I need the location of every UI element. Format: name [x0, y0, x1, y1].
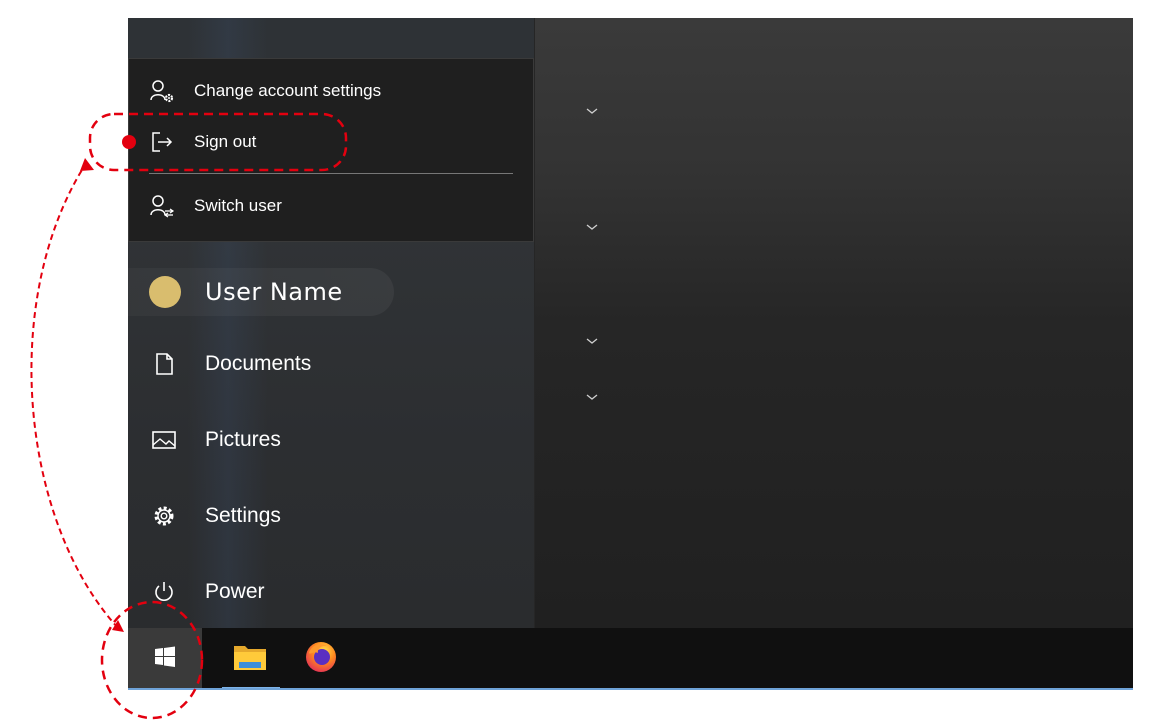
account-menu: Change account settings Sign out Switch … — [128, 58, 534, 242]
taskbar — [128, 628, 1133, 690]
chevron-down-icon[interactable] — [585, 222, 601, 234]
file-explorer-taskbar-button[interactable] — [213, 628, 287, 690]
nav-item-power[interactable]: Power — [128, 568, 534, 616]
document-icon — [150, 350, 178, 378]
pictures-label: Pictures — [205, 428, 281, 451]
file-explorer-icon — [231, 640, 269, 679]
nav-item-pictures[interactable]: Pictures — [128, 416, 534, 464]
start-menu-tiles-pane — [535, 18, 1133, 628]
windows-start-icon — [154, 646, 176, 673]
switch-user-label: Switch user — [194, 196, 282, 215]
switch-user-icon — [149, 193, 175, 219]
sign-out-item[interactable]: Sign out — [129, 122, 533, 162]
power-icon — [150, 578, 178, 606]
user-name-label: User Name — [205, 278, 343, 306]
start-button[interactable] — [128, 628, 202, 690]
sign-out-label: Sign out — [194, 132, 257, 151]
change-account-settings-label: Change account settings — [194, 81, 382, 100]
arrow-tail — [112, 620, 124, 632]
avatar — [149, 276, 181, 308]
desktop-screen: Change account settings Sign out Switch … — [128, 18, 1133, 690]
nav-item-documents[interactable]: Documents — [128, 340, 534, 388]
chevron-down-icon[interactable] — [585, 106, 601, 118]
annotation-arrow — [30, 164, 119, 629]
firefox-icon — [303, 639, 339, 680]
settings-label: Settings — [205, 504, 281, 527]
documents-label: Documents — [205, 352, 312, 375]
firefox-taskbar-button[interactable] — [284, 628, 358, 690]
chevron-down-icon[interactable] — [585, 336, 601, 348]
change-account-settings-item[interactable]: Change account settings — [129, 71, 533, 111]
arrow-head — [80, 158, 94, 171]
account-settings-icon — [149, 78, 175, 104]
nav-item-settings[interactable]: Settings — [128, 492, 534, 540]
user-account-button[interactable]: User Name — [128, 268, 534, 316]
gear-icon — [150, 502, 178, 530]
power-label: Power — [205, 580, 265, 603]
chevron-down-icon[interactable] — [585, 392, 601, 404]
pictures-icon — [150, 426, 178, 454]
switch-user-item[interactable]: Switch user — [129, 186, 533, 226]
menu-divider — [149, 173, 513, 174]
sign-out-icon — [149, 129, 175, 155]
taskbar-accent-line — [128, 688, 1133, 690]
